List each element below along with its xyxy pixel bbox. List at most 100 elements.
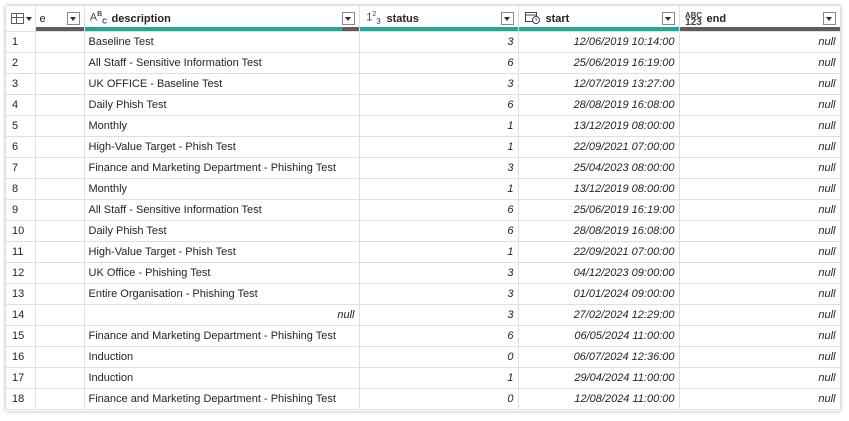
cell-end[interactable]: null <box>679 367 840 389</box>
cell-e[interactable] <box>35 262 85 284</box>
cell-description[interactable]: UK Office - Phishing Test <box>84 262 360 284</box>
cell-description[interactable]: All Staff - Sensitive Information Test <box>84 52 360 74</box>
filter-dropdown-icon[interactable] <box>661 12 675 25</box>
cell-e[interactable] <box>35 178 85 200</box>
row-number[interactable]: 11 <box>6 241 36 263</box>
row-number[interactable]: 18 <box>6 388 36 410</box>
cell-e[interactable] <box>35 367 85 389</box>
table-row[interactable]: 12 UK Office - Phishing Test 3 04/12/2023 0… <box>6 262 840 284</box>
cell-start[interactable]: 12/07/2019 13:27:00 <box>518 73 680 95</box>
cell-start[interactable]: 28/08/2019 16:08:00 <box>518 220 680 242</box>
cell-description[interactable]: Baseline Test <box>84 31 360 53</box>
cell-status[interactable]: 1 <box>359 241 519 263</box>
cell-end[interactable]: null <box>679 73 840 95</box>
cell-status[interactable]: 0 <box>359 346 519 368</box>
cell-description[interactable]: Finance and Marketing Department - Phish… <box>84 325 360 347</box>
cell-status[interactable]: 3 <box>359 304 519 326</box>
row-number[interactable]: 8 <box>6 178 36 200</box>
column-header-description[interactable]: ABC description <box>84 6 360 32</box>
table-row[interactable]: 3 UK OFFICE - Baseline Test 3 12/07/2019 13… <box>6 73 840 95</box>
cell-description[interactable]: Daily Phish Test <box>84 94 360 116</box>
cell-e[interactable] <box>35 115 85 137</box>
row-number[interactable]: 15 <box>6 325 36 347</box>
filter-dropdown-icon[interactable] <box>822 12 836 25</box>
table-row[interactable]: 16 Induction 0 06/07/2024 12:36:00 null <box>6 346 840 368</box>
cell-start[interactable]: 28/08/2019 16:08:00 <box>518 94 680 116</box>
table-row[interactable]: 8 Monthly 1 13/12/2019 08:00:00 null <box>6 178 840 200</box>
row-number[interactable]: 6 <box>6 136 36 158</box>
any-type-icon[interactable]: ABC 123 <box>685 11 703 27</box>
cell-description[interactable]: Induction <box>84 346 360 368</box>
row-number[interactable]: 3 <box>6 73 36 95</box>
filter-dropdown-icon[interactable] <box>500 12 514 25</box>
cell-status[interactable]: 3 <box>359 262 519 284</box>
cell-end[interactable]: null <box>679 94 840 116</box>
cell-description[interactable]: High-Value Target - Phish Test <box>84 241 360 263</box>
cell-end[interactable]: null <box>679 157 840 179</box>
row-number[interactable]: 13 <box>6 283 36 305</box>
cell-e[interactable] <box>35 157 85 179</box>
cell-e[interactable] <box>35 241 85 263</box>
cell-start[interactable]: 01/01/2024 09:00:00 <box>518 283 680 305</box>
text-type-icon[interactable]: ABC <box>90 10 108 27</box>
cell-description[interactable]: High-Value Target - Phish Test <box>84 136 360 158</box>
cell-end[interactable]: null <box>679 346 840 368</box>
table-row[interactable]: 1 Baseline Test 3 12/06/2019 10:14:00 null <box>6 31 840 53</box>
column-header-end[interactable]: ABC 123 end <box>679 6 840 32</box>
cell-status[interactable]: 6 <box>359 325 519 347</box>
cell-end[interactable]: null <box>679 325 840 347</box>
table-row[interactable]: 13 Entire Organisation - Phishing Test 3 01… <box>6 283 840 305</box>
cell-start[interactable]: 29/04/2024 11:00:00 <box>518 367 680 389</box>
table-row[interactable]: 14 null 3 27/02/2024 12:29:00 null <box>6 304 840 326</box>
cell-end[interactable]: null <box>679 31 840 53</box>
cell-description[interactable]: Finance and Marketing Department - Phish… <box>84 157 360 179</box>
cell-start[interactable]: 25/06/2019 16:19:00 <box>518 52 680 74</box>
row-number[interactable]: 5 <box>6 115 36 137</box>
cell-end[interactable]: null <box>679 115 840 137</box>
cell-end[interactable]: null <box>679 52 840 74</box>
cell-end[interactable]: null <box>679 241 840 263</box>
cell-start[interactable]: 13/12/2019 08:00:00 <box>518 115 680 137</box>
cell-description[interactable]: UK OFFICE - Baseline Test <box>84 73 360 95</box>
cell-description[interactable]: Induction <box>84 367 360 389</box>
cell-start[interactable]: 04/12/2023 09:00:00 <box>518 262 680 284</box>
row-number[interactable]: 10 <box>6 220 36 242</box>
cell-end[interactable]: null <box>679 220 840 242</box>
table-row[interactable]: 5 Monthly 1 13/12/2019 08:00:00 null <box>6 115 840 137</box>
cell-end[interactable]: null <box>679 304 840 326</box>
cell-status[interactable]: 6 <box>359 220 519 242</box>
cell-description[interactable]: Monthly <box>84 178 360 200</box>
row-number[interactable]: 9 <box>6 199 36 221</box>
cell-description[interactable]: Entire Organisation - Phishing Test <box>84 283 360 305</box>
cell-start[interactable]: 22/09/2021 07:00:00 <box>518 136 680 158</box>
cell-status[interactable]: 6 <box>359 52 519 74</box>
cell-e[interactable] <box>35 199 85 221</box>
cell-start[interactable]: 13/12/2019 08:00:00 <box>518 178 680 200</box>
table-row[interactable]: 4 Daily Phish Test 6 28/08/2019 16:08:00 nul… <box>6 94 840 116</box>
table-row[interactable]: 15 Finance and Marketing Department - Phi… <box>6 325 840 347</box>
filter-dropdown-icon[interactable] <box>341 12 355 25</box>
row-number[interactable]: 17 <box>6 367 36 389</box>
cell-status[interactable]: 1 <box>359 136 519 158</box>
table-menu-corner[interactable] <box>6 6 36 32</box>
cell-description[interactable]: Monthly <box>84 115 360 137</box>
cell-start[interactable]: 25/04/2023 08:00:00 <box>518 157 680 179</box>
row-number[interactable]: 16 <box>6 346 36 368</box>
cell-e[interactable] <box>35 94 85 116</box>
table-row[interactable]: 9 All Staff - Sensitive Information Test 6… <box>6 199 840 221</box>
cell-status[interactable]: 3 <box>359 31 519 53</box>
cell-end[interactable]: null <box>679 283 840 305</box>
filter-dropdown-icon[interactable] <box>66 12 80 25</box>
table-row[interactable]: 2 All Staff - Sensitive Information Test 6… <box>6 52 840 74</box>
table-row[interactable]: 17 Induction 1 29/04/2024 11:00:00 null <box>6 367 840 389</box>
cell-start[interactable]: 25/06/2019 16:19:00 <box>518 199 680 221</box>
cell-status[interactable]: 3 <box>359 157 519 179</box>
table-row[interactable]: 11 High-Value Target - Phish Test 1 22/09/2… <box>6 241 840 263</box>
cell-e[interactable] <box>35 136 85 158</box>
table-row[interactable]: 7 Finance and Marketing Department - Phis… <box>6 157 840 179</box>
cell-status[interactable]: 3 <box>359 283 519 305</box>
column-header-status[interactable]: 123 status <box>359 6 519 32</box>
cell-e[interactable] <box>35 283 85 305</box>
row-number[interactable]: 4 <box>6 94 36 116</box>
cell-end[interactable]: null <box>679 199 840 221</box>
